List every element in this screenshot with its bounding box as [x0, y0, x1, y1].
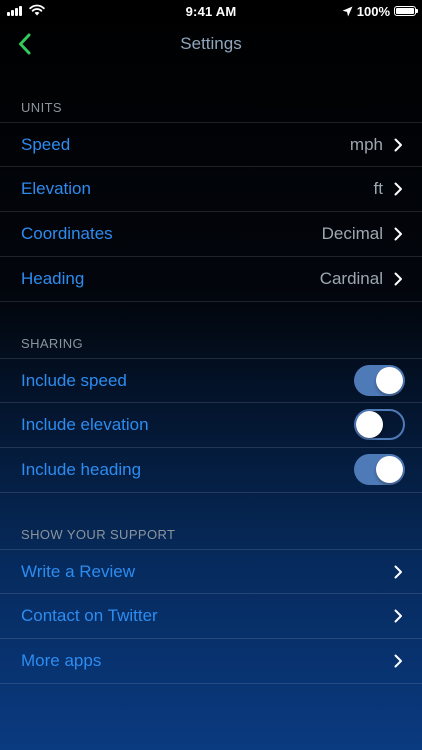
units-row-elevation[interactable]: Elevation ft: [0, 167, 422, 212]
location-arrow-icon: [342, 6, 353, 16]
nav-bar: Settings: [0, 22, 422, 66]
row-value: Cardinal: [319, 269, 383, 288]
sharing-row-elevation: Include elevation: [0, 403, 422, 448]
row-label: Include heading: [21, 460, 142, 479]
support-row-write-review[interactable]: Write a Review: [0, 549, 422, 594]
units-row-heading[interactable]: Heading Cardinal: [0, 257, 422, 302]
status-bar: 9:41 AM 100%: [0, 0, 422, 22]
row-value: ft: [373, 179, 383, 198]
chevron-right-icon: [394, 272, 402, 286]
section-header-support: SHOW YOUR SUPPORT: [21, 527, 176, 542]
status-right: 100%: [342, 3, 418, 19]
chevron-right-icon: [394, 609, 402, 623]
page-title: Settings: [180, 34, 242, 53]
sharing-row-heading: Include heading: [0, 448, 422, 493]
section-header-sharing: SHARING: [21, 336, 84, 351]
include-speed-toggle[interactable]: [354, 365, 405, 396]
row-label: Include elevation: [21, 415, 149, 434]
battery-percentage: 100%: [356, 3, 390, 19]
row-label: Heading: [21, 269, 85, 288]
support-row-contact-twitter[interactable]: Contact on Twitter: [0, 594, 422, 639]
row-label: Coordinates: [21, 224, 113, 243]
chevron-right-icon: [394, 138, 402, 152]
include-elevation-toggle[interactable]: [354, 409, 405, 440]
chevron-right-icon: [394, 654, 402, 668]
settings-screen: 9:41 AM 100% Settings UNITS Speed mph El…: [0, 0, 422, 750]
row-label: Include speed: [21, 371, 127, 390]
units-row-speed[interactable]: Speed mph: [0, 122, 422, 167]
include-heading-toggle[interactable]: [354, 454, 405, 485]
section-header-units: UNITS: [21, 100, 62, 115]
support-row-more-apps[interactable]: More apps: [0, 639, 422, 684]
units-row-coordinates[interactable]: Coordinates Decimal: [0, 212, 422, 257]
chevron-right-icon: [394, 565, 402, 579]
chevron-right-icon: [394, 182, 402, 196]
chevron-right-icon: [394, 227, 402, 241]
sharing-row-speed: Include speed: [0, 358, 422, 403]
row-value: Decimal: [321, 224, 383, 243]
row-value: mph: [349, 135, 383, 154]
row-label: Contact on Twitter: [21, 606, 158, 625]
battery-icon: [394, 6, 418, 16]
row-label: More apps: [21, 651, 102, 670]
row-label: Speed: [21, 135, 71, 154]
row-label: Elevation: [21, 179, 91, 198]
row-label: Write a Review: [21, 562, 135, 581]
